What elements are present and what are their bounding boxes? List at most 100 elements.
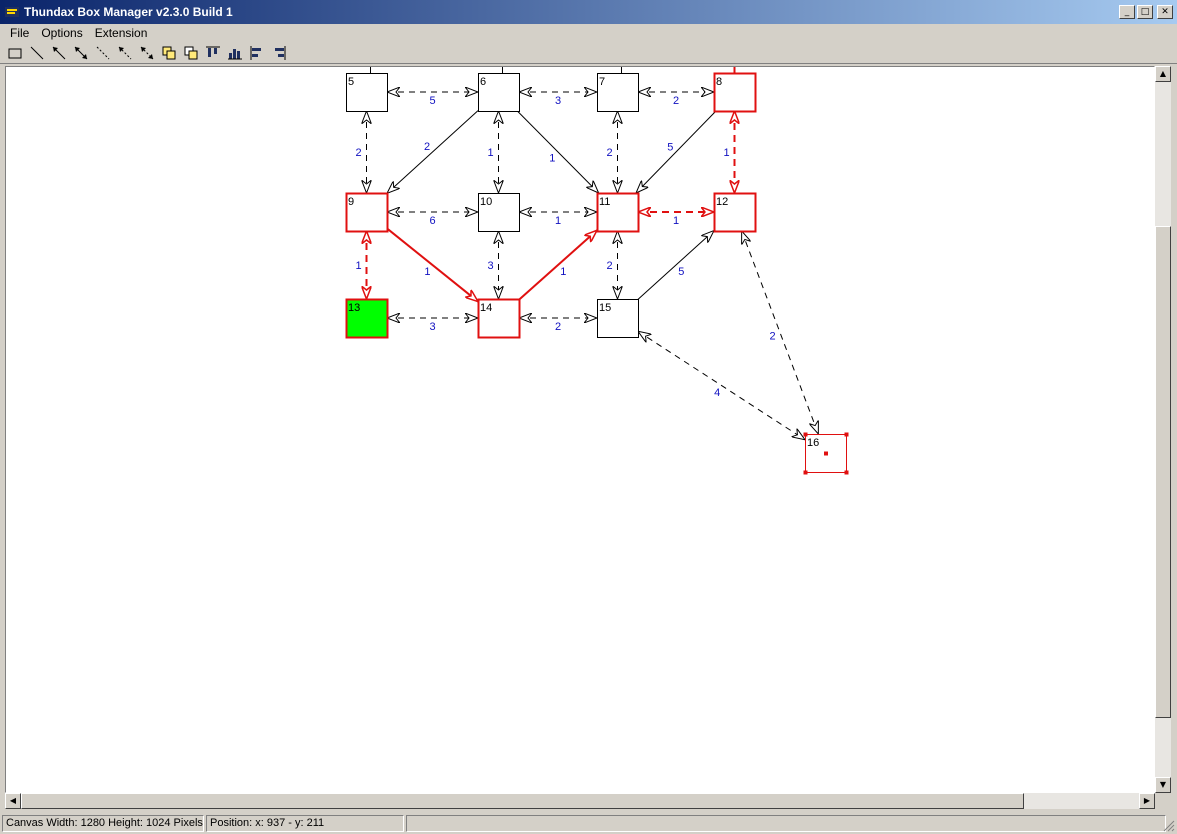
edge-12-16[interactable] — [742, 231, 819, 434]
node-label: 12 — [716, 196, 728, 208]
edge-weight-label: 5 — [678, 266, 684, 278]
node-label: 11 — [599, 196, 610, 208]
node-box-6[interactable]: 6 — [478, 73, 520, 112]
edge-weight-label: 6 — [429, 215, 435, 227]
node-box-14[interactable]: 14 — [477, 298, 521, 339]
dashed-line-tool-icon[interactable] — [92, 43, 114, 63]
align-left-icon[interactable] — [246, 43, 268, 63]
status-bar: Canvas Width: 1280 Height: 1024 Pixels P… — [0, 812, 1177, 834]
menu-extension[interactable]: Extension — [89, 26, 154, 40]
scroll-down-icon[interactable]: ▼ — [1155, 777, 1171, 793]
edge-weight-label: 1 — [723, 147, 729, 159]
copy-icon[interactable] — [158, 43, 180, 63]
line-tool-icon[interactable] — [26, 43, 48, 63]
node-box-9[interactable]: 9 — [345, 192, 389, 233]
close-button[interactable]: ✕ — [1157, 5, 1173, 19]
edge-6-9[interactable] — [387, 110, 479, 194]
arrow-tool-icon[interactable] — [48, 43, 70, 63]
node-label: 9 — [348, 196, 354, 208]
chart-icon[interactable] — [224, 43, 246, 63]
edge-weight-label: 5 — [667, 141, 673, 153]
selection-handle[interactable] — [803, 432, 808, 437]
resize-grip-icon[interactable] — [1163, 820, 1175, 832]
box-tool-icon[interactable] — [4, 43, 26, 63]
node-box-7[interactable]: 7 — [597, 73, 639, 112]
status-canvas-size: Canvas Width: 1280 Height: 1024 Pixels — [2, 814, 204, 832]
align-top-icon[interactable] — [202, 43, 224, 63]
title-bar: Thundax Box Manager v2.3.0 Build 1 _ □ ✕ — [0, 0, 1177, 24]
node-box-16[interactable]: 16 — [803, 432, 849, 475]
selection-handle[interactable] — [844, 470, 849, 475]
menu-bar: File Options Extension — [0, 24, 1177, 42]
edge-weight-label: 1 — [555, 215, 561, 227]
edge-weight-label: 2 — [673, 95, 679, 107]
scroll-right-icon[interactable]: ▶ — [1139, 793, 1155, 809]
node-label: 8 — [716, 76, 722, 88]
edge-15-12[interactable] — [637, 231, 714, 300]
node-label: 6 — [480, 76, 486, 88]
edge-weight-label: 1 — [487, 147, 493, 159]
node-label: 15 — [599, 302, 611, 314]
vertical-scroll-thumb[interactable] — [1155, 226, 1171, 718]
edge-weight-label: 2 — [555, 321, 561, 333]
edge-weight-label: 3 — [555, 95, 561, 107]
status-extra — [406, 814, 1166, 832]
edge-weight-label: 4 — [714, 387, 720, 399]
edge-weight-label: 1 — [560, 266, 566, 278]
node-label: 7 — [599, 76, 605, 88]
selection-handle[interactable] — [803, 470, 808, 475]
horizontal-scrollbar[interactable]: ◀ ▶ — [5, 793, 1155, 809]
vertical-scrollbar[interactable]: ▲ ▼ — [1155, 66, 1171, 793]
horizontal-scroll-thumb[interactable] — [21, 793, 1024, 809]
edge-weight-label: 1 — [355, 260, 361, 272]
node-box-13[interactable]: 13 — [345, 298, 389, 339]
node-label: 16 — [807, 437, 819, 449]
edge-weight-label: 3 — [429, 321, 435, 333]
edge-weight-label: 2 — [606, 147, 612, 159]
node-box-8[interactable]: 8 — [713, 72, 757, 113]
node-box-5[interactable]: 5 — [346, 73, 388, 112]
node-box-10[interactable]: 10 — [478, 193, 520, 232]
edge-weight-label: 2 — [355, 147, 361, 159]
drawing-canvas[interactable]: 53222112516111131253224 5 6 7 8 9 10 11 12 13 14 1… — [5, 66, 1155, 793]
node-label: 14 — [480, 302, 492, 314]
scroll-up-icon[interactable]: ▲ — [1155, 66, 1171, 82]
align-right-icon[interactable] — [268, 43, 290, 63]
edge-15-16[interactable] — [638, 331, 805, 439]
node-label: 13 — [348, 302, 360, 314]
node-box-12[interactable]: 12 — [713, 192, 757, 233]
dashed-double-arrow-tool-icon[interactable] — [136, 43, 158, 63]
edge-weight-label: 1 — [424, 266, 430, 278]
edge-weight-label: 1 — [673, 215, 679, 227]
toolbar — [0, 42, 1177, 64]
edge-6-11[interactable] — [516, 110, 598, 193]
edges-layer: 5 3 22 2 1 1 2 5 16 1 1113 1 2 53 224 — [355, 67, 818, 440]
edge-8-11[interactable] — [636, 110, 717, 193]
app-icon — [5, 7, 19, 17]
edge-weight-label: 5 — [429, 95, 435, 107]
menu-options[interactable]: Options — [35, 26, 88, 40]
nodes-layer: 5 6 7 89 10 11 1213 14 1516 — [345, 72, 849, 475]
window-title: Thundax Box Manager v2.3.0 Build 1 — [24, 5, 233, 19]
selection-handle[interactable] — [824, 451, 828, 456]
edge-weight-label: 2 — [606, 260, 612, 272]
double-arrow-tool-icon[interactable] — [70, 43, 92, 63]
selection-handle[interactable] — [844, 432, 849, 437]
node-box-11[interactable]: 11 — [596, 192, 640, 233]
paste-icon[interactable] — [180, 43, 202, 63]
edge-14-11[interactable] — [518, 230, 597, 301]
edge-weight-label: 1 — [549, 153, 555, 165]
maximize-button[interactable]: □ — [1137, 5, 1153, 19]
status-position: Position: x: 937 - y: 211 — [206, 814, 404, 832]
scroll-left-icon[interactable]: ◀ — [5, 793, 21, 809]
graph-diagram[interactable]: 5 3 22 2 1 1 2 5 16 1 1113 1 2 53 224 5 6 7 89 10 11 1213 14 1… — [6, 67, 1154, 792]
menu-file[interactable]: File — [4, 26, 35, 40]
dashed-arrow-tool-icon[interactable] — [114, 43, 136, 63]
node-box-15[interactable]: 15 — [597, 299, 639, 338]
minimize-button[interactable]: _ — [1119, 5, 1135, 19]
edge-9-14[interactable] — [386, 227, 478, 301]
node-label: 10 — [480, 196, 492, 208]
edge-weight-label: 3 — [487, 260, 493, 272]
node-label: 5 — [348, 76, 354, 88]
edge-weight-label: 2 — [769, 330, 775, 342]
